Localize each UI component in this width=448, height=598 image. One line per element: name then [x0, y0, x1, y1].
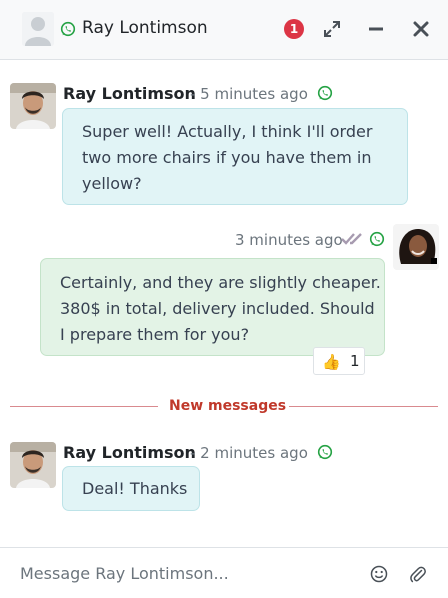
message-input[interactable]	[10, 556, 360, 590]
message-bubble[interactable]: Super well! Actually, I think I'll order…	[62, 108, 408, 205]
author-avatar[interactable]	[10, 442, 56, 488]
minimize-icon[interactable]	[366, 19, 386, 39]
message-line: Certainly, and they are slightly cheaper…	[60, 273, 381, 292]
message-line: Super well! Actually, I think I'll order	[82, 122, 373, 141]
message-line: Deal! Thanks	[82, 479, 188, 498]
my-avatar[interactable]	[393, 224, 439, 270]
whatsapp-icon	[60, 21, 76, 37]
whatsapp-icon	[317, 85, 333, 101]
message-line: two more chairs if you have them in	[82, 148, 372, 167]
whatsapp-icon	[369, 231, 385, 247]
message-time: - 5 minutes ago	[190, 85, 308, 103]
separator-line	[289, 406, 438, 407]
separator-line	[10, 406, 158, 407]
contact-name: Ray Lontimson	[82, 18, 208, 38]
thumbs-up-icon: 👍	[322, 353, 341, 371]
attachment-icon[interactable]	[409, 565, 427, 583]
contact-avatar-placeholder	[22, 12, 54, 46]
emoji-icon[interactable]	[370, 565, 388, 583]
message-line: 380$ in total, delivery included. Should	[60, 299, 375, 318]
unread-badge: 1	[284, 19, 304, 39]
message-line: I prepare them for you?	[60, 325, 250, 344]
message-time: - 2 minutes ago	[190, 444, 308, 462]
message-line: yellow?	[82, 174, 142, 193]
close-icon[interactable]	[411, 19, 431, 39]
message-bubble[interactable]: Deal! Thanks	[62, 466, 200, 511]
message-author: Ray Lontimson	[63, 84, 196, 103]
composer	[0, 547, 448, 598]
reaction-count: 1	[350, 352, 360, 370]
reaction-chip[interactable]: 👍 1	[313, 347, 365, 375]
expand-icon[interactable]	[322, 19, 342, 39]
whatsapp-icon	[317, 444, 333, 460]
read-receipt-icon	[341, 233, 362, 245]
author-avatar[interactable]	[10, 83, 56, 129]
message-time: 3 minutes ago	[235, 231, 343, 249]
new-messages-separator: New messages	[169, 398, 287, 414]
chat-header: Ray Lontimson 1	[0, 0, 448, 60]
message-bubble[interactable]: Certainly, and they are slightly cheaper…	[40, 258, 385, 356]
message-author: Ray Lontimson	[63, 443, 196, 462]
